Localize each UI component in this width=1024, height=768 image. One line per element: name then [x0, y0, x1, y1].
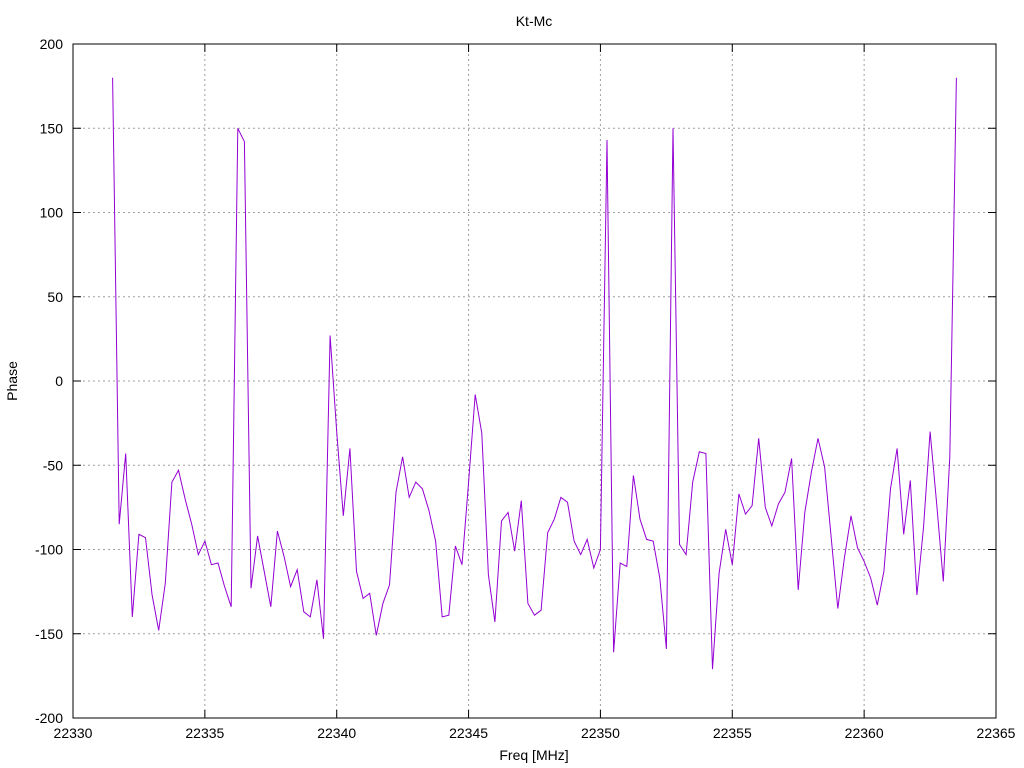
x-tick-label: 22365	[977, 725, 1016, 741]
y-tick-label: 150	[40, 120, 64, 136]
chart-background	[0, 0, 1024, 768]
x-tick-label: 22345	[449, 725, 488, 741]
phase-chart: 22330 22335 22340 22345 22350 22355 22360 22365…	[0, 0, 1024, 768]
y-tick-label: 200	[40, 36, 64, 52]
y-tick-label: -150	[35, 626, 63, 642]
x-tick-label: 22340	[317, 725, 356, 741]
y-tick-label: 100	[40, 205, 64, 221]
y-axis-label: Phase	[4, 361, 20, 401]
x-axis-label: Freq [MHz]	[499, 747, 568, 763]
y-tick-label: -50	[43, 457, 63, 473]
x-tick-label: 22360	[845, 725, 884, 741]
x-tick-label: 22355	[713, 725, 752, 741]
x-tick-label: 22330	[54, 725, 93, 741]
chart-canvas: 22330 22335 22340 22345 22350 22355 22360 22365…	[0, 0, 1024, 768]
x-tick-label: 22335	[185, 725, 224, 741]
y-tick-label: -100	[35, 542, 63, 558]
chart-title: Kt-Mc	[516, 13, 553, 29]
y-tick-label: 0	[55, 373, 63, 389]
y-tick-label: 50	[47, 289, 63, 305]
y-tick-label: -200	[35, 710, 63, 726]
x-tick-label: 22350	[581, 725, 620, 741]
